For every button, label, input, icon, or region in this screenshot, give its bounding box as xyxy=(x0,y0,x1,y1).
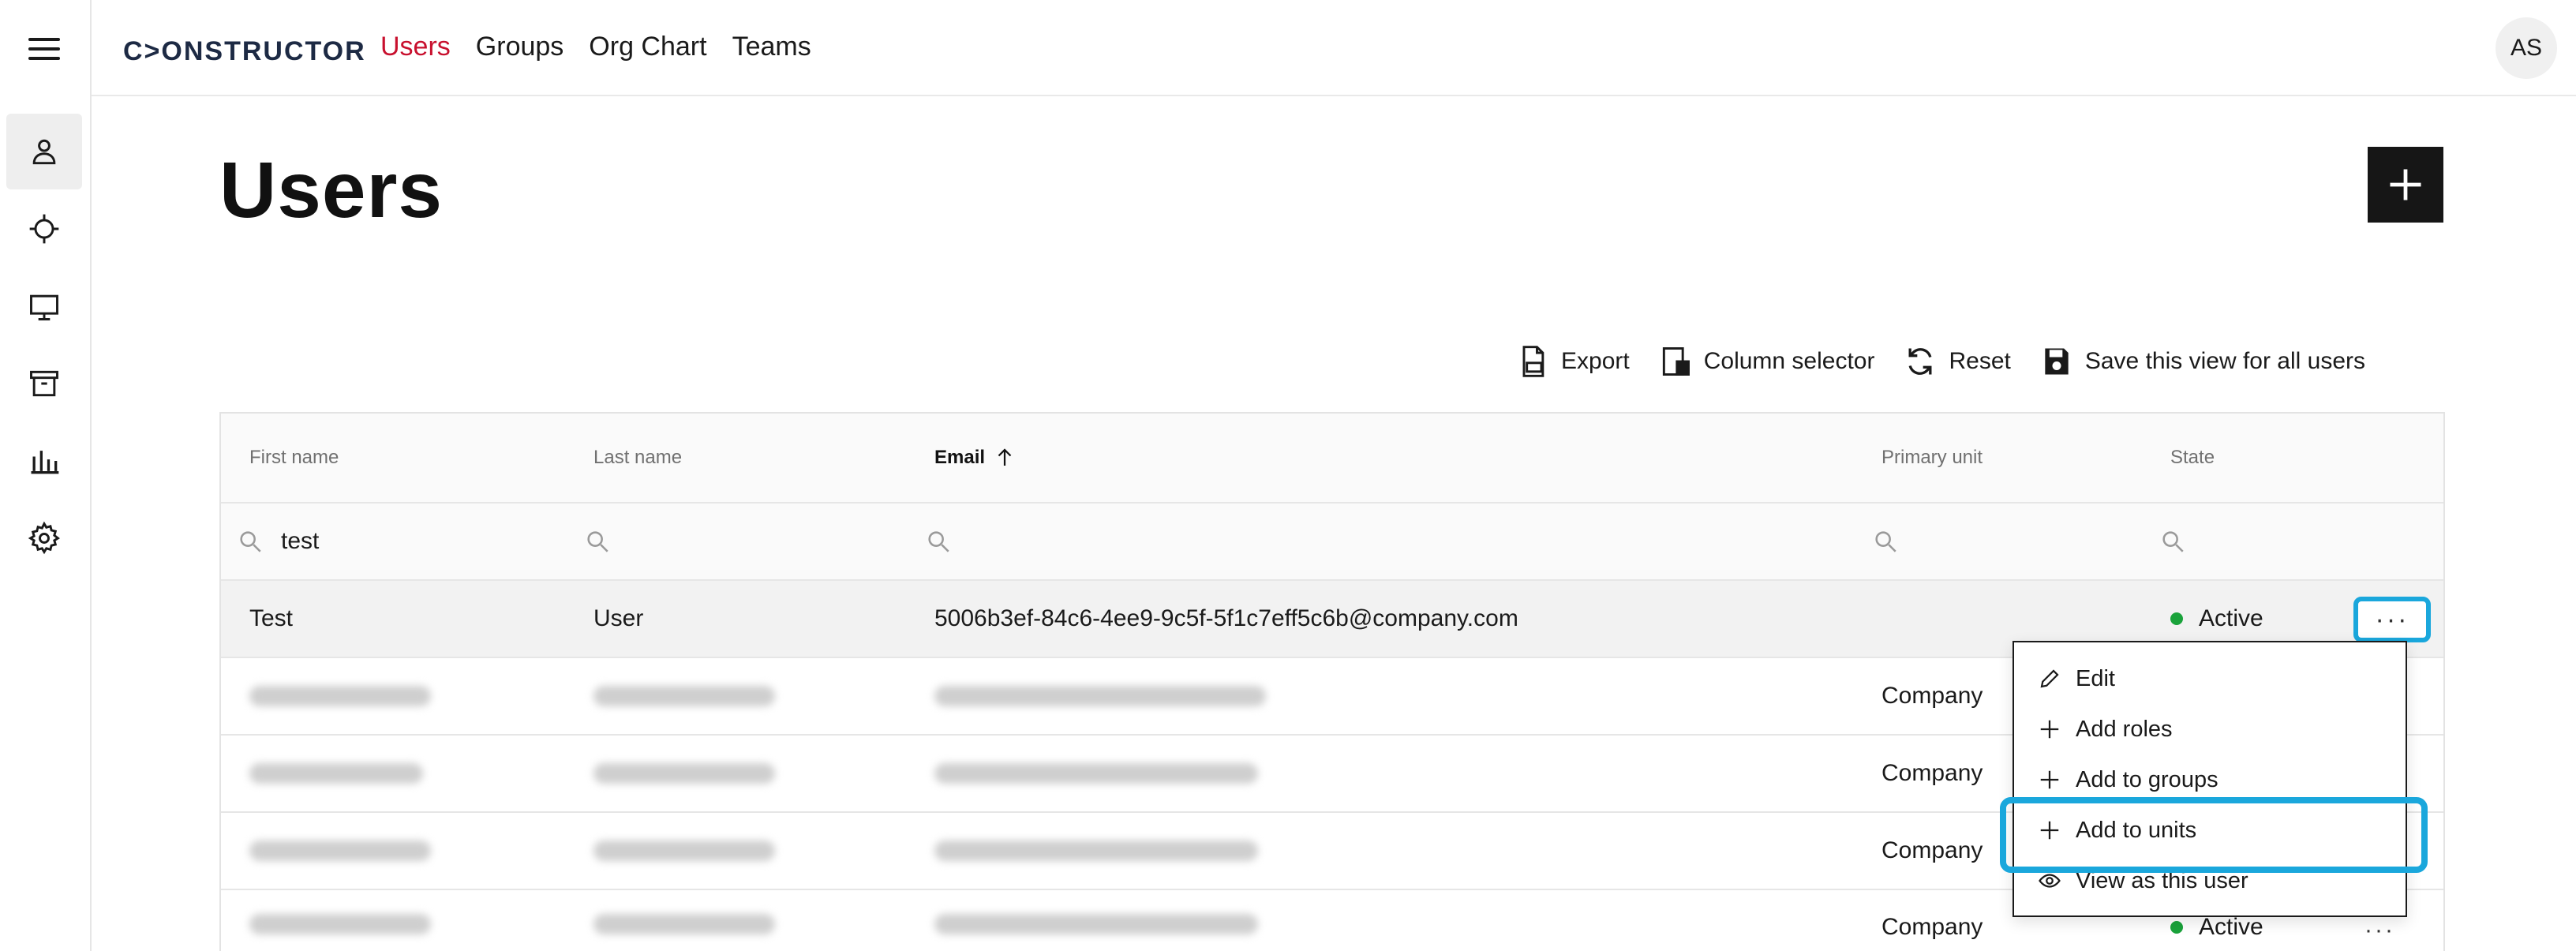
export-file-icon xyxy=(1522,346,1544,377)
menu-item-edit[interactable]: Edit xyxy=(2038,655,2115,702)
highlight-outline xyxy=(2000,797,2428,873)
search-icon xyxy=(240,531,261,552)
nav-groups[interactable]: Groups xyxy=(476,32,564,62)
filter-email[interactable] xyxy=(925,504,952,579)
cell-primary-unit: Company xyxy=(1881,914,1983,940)
cell-first-name-redacted xyxy=(249,890,431,951)
hamburger-menu-icon[interactable] xyxy=(28,35,60,63)
nav-users[interactable]: Users xyxy=(380,32,451,62)
menu-item-label: Add to groups xyxy=(2076,766,2218,792)
row-more-actions-button[interactable]: ··· xyxy=(2353,597,2431,642)
status-dot-icon xyxy=(2170,612,2183,625)
top-bar: C>ONSTRUCTOR Users Groups Org Chart Team… xyxy=(92,0,2576,96)
column-header-first-name[interactable]: First name xyxy=(249,414,339,502)
column-header-email[interactable]: Email xyxy=(934,414,1017,502)
crosshair-icon xyxy=(29,214,59,244)
sort-ascending-icon xyxy=(998,448,1012,466)
page-title: Users xyxy=(219,146,443,234)
save-view-label: Save this view for all users xyxy=(2084,348,2365,374)
monitor-icon xyxy=(30,294,58,320)
menu-item-label: Edit xyxy=(2076,665,2115,691)
nav-teams[interactable]: Teams xyxy=(732,32,811,62)
column-header-email-label: Email xyxy=(934,447,986,468)
cell-primary-unit: Company xyxy=(1881,837,1983,863)
plus-icon xyxy=(2390,169,2421,200)
state-label: Active xyxy=(2199,605,2263,631)
column-selector-icon xyxy=(1662,347,1690,376)
filter-first-name-value: test xyxy=(281,528,320,554)
filter-last-name[interactable] xyxy=(584,504,611,579)
save-icon xyxy=(2045,348,2069,375)
sidebar-item-users[interactable] xyxy=(6,114,82,189)
filter-primary-unit[interactable] xyxy=(1872,504,1899,579)
sidebar-item-target[interactable] xyxy=(6,191,82,267)
bar-chart-icon xyxy=(31,451,59,474)
search-icon xyxy=(928,531,949,552)
reset-label: Reset xyxy=(1949,348,2011,374)
avatar[interactable]: AS xyxy=(2496,17,2557,79)
column-header-last-name[interactable]: Last name xyxy=(593,414,682,502)
filter-row: test xyxy=(221,504,2443,581)
reset-button[interactable]: Reset xyxy=(1903,344,2011,379)
search-icon xyxy=(1875,531,1896,552)
menu-item-add-to-groups[interactable]: Add to groups xyxy=(2038,756,2218,803)
column-header-primary-unit[interactable]: Primary unit xyxy=(1881,414,1983,502)
state-label: Active xyxy=(2199,914,2263,940)
cell-primary-unit: Company xyxy=(1881,683,1983,709)
sidebar-item-settings[interactable] xyxy=(6,500,82,576)
cell-email-redacted xyxy=(934,736,1258,811)
sidebar-item-archive[interactable] xyxy=(6,346,82,421)
archive-icon xyxy=(30,370,58,397)
search-icon xyxy=(2162,531,2184,552)
refresh-icon xyxy=(1909,348,1932,375)
row-actions-menu: Edit Add roles Add to groups Add to unit… xyxy=(2012,641,2407,917)
table-header-row: First name Last name Email Primary unit … xyxy=(221,414,2443,504)
row-more-actions-button[interactable]: ··· xyxy=(2364,917,2395,944)
cell-last-name-redacted xyxy=(593,658,775,734)
nav-org-chart[interactable]: Org Chart xyxy=(589,32,706,62)
filter-state[interactable] xyxy=(2159,504,2186,579)
cell-first-name-redacted xyxy=(249,813,431,889)
cell-primary-unit: Company xyxy=(1881,760,1983,786)
filter-first-name[interactable]: test xyxy=(237,504,319,579)
column-header-state[interactable]: State xyxy=(2170,414,2215,502)
cell-first-name: Test xyxy=(249,605,294,631)
cell-first-name-redacted xyxy=(249,736,423,811)
menu-item-label: Add roles xyxy=(2076,716,2173,742)
cell-email-redacted xyxy=(934,813,1258,889)
plus-icon xyxy=(2040,720,2059,739)
cell-last-name-redacted xyxy=(593,890,775,951)
column-selector-label: Column selector xyxy=(1703,348,1875,374)
constructor-logo[interactable]: C>ONSTRUCTOR xyxy=(123,36,366,67)
add-user-button[interactable] xyxy=(2368,147,2443,223)
sidebar-item-reports[interactable] xyxy=(6,423,82,499)
cell-email-redacted xyxy=(934,658,1266,734)
search-icon xyxy=(587,531,608,552)
cell-last-name: User xyxy=(593,605,644,631)
export-label: Export xyxy=(1561,348,1630,374)
cell-last-name-redacted xyxy=(593,736,775,811)
left-rail xyxy=(0,0,92,951)
menu-item-add-roles[interactable]: Add roles xyxy=(2038,706,2173,753)
cell-email-redacted xyxy=(934,890,1258,951)
plus-icon xyxy=(2040,770,2059,789)
column-selector-button[interactable]: Column selector xyxy=(1658,344,1875,379)
pencil-icon xyxy=(2040,669,2059,688)
status-dot-icon xyxy=(2170,921,2183,934)
cell-first-name-redacted xyxy=(249,658,431,734)
sidebar-item-display[interactable] xyxy=(6,268,82,344)
cell-last-name-redacted xyxy=(593,813,775,889)
gear-icon xyxy=(28,521,60,555)
main-nav: Users Groups Org Chart Teams xyxy=(380,32,811,62)
user-icon xyxy=(32,139,56,165)
cell-email: 5006b3ef-84c6-4ee9-9c5f-5f1c7eff5c6b@com… xyxy=(934,605,1518,631)
table-toolbar: Export Column selector Reset Save this v… xyxy=(1515,339,2394,384)
save-view-button[interactable]: Save this view for all users xyxy=(2039,344,2365,379)
export-button[interactable]: Export xyxy=(1515,344,1630,379)
